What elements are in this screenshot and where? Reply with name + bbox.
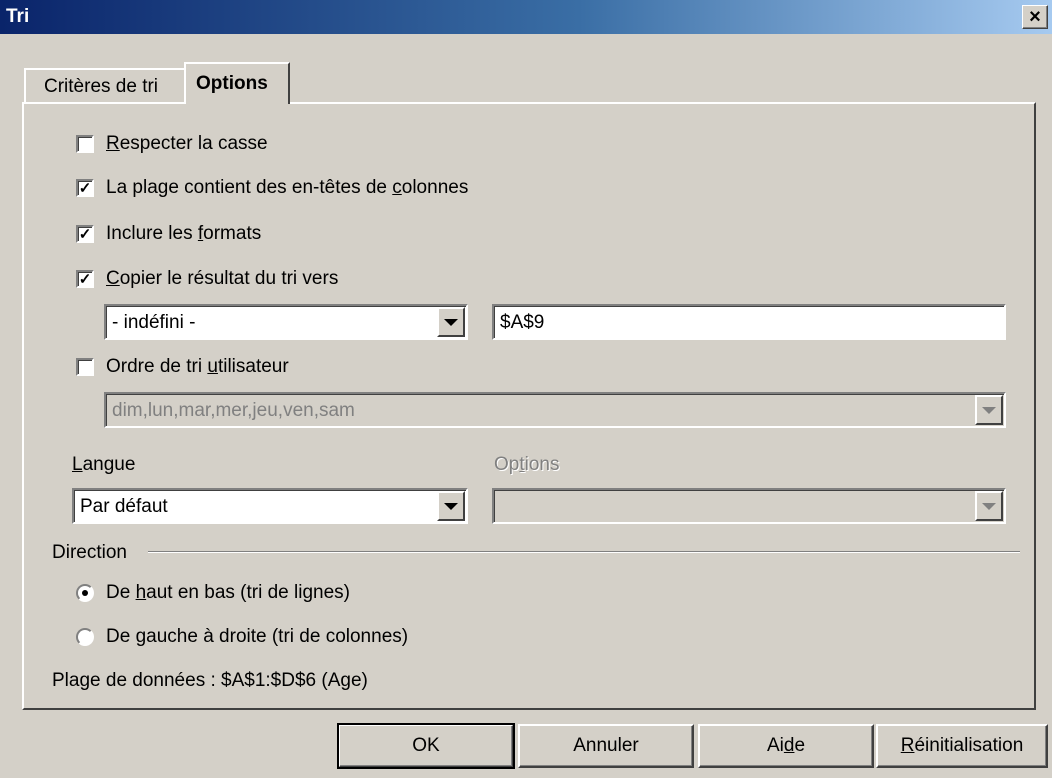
reset-button-label: Réinitialisation — [900, 735, 1024, 756]
left-to-right-label: De gauche à droite (tri de colonnes) — [106, 626, 409, 647]
tab-sort-criteria-label: Critères de tri — [44, 76, 159, 97]
include-formats-label: Inclure les formats — [106, 223, 262, 244]
close-icon: × — [1029, 6, 1041, 28]
case-sensitive-checkbox[interactable] — [76, 135, 94, 153]
tab-options[interactable]: Options — [184, 62, 290, 104]
copy-target-dropdown-value: - indéfini - — [112, 312, 196, 333]
algorithm-options-dropdown — [492, 488, 1006, 524]
check-mark-icon: ✓ — [78, 270, 92, 288]
language-label: Langue — [72, 454, 136, 475]
data-range-text: Plage de données : $A$1:$D$6 (Age) — [52, 670, 368, 691]
algorithm-options-label: Options — [494, 454, 560, 475]
check-mark-icon: ✓ — [78, 225, 92, 243]
copy-target-input-value: $A$9 — [500, 312, 545, 333]
copy-target-dropdown[interactable]: - indéfini - — [104, 304, 468, 340]
dropdown-button — [975, 395, 1003, 425]
left-to-right-radio[interactable] — [76, 628, 94, 646]
custom-order-option[interactable]: Ordre de tri utilisateur — [76, 356, 289, 378]
custom-order-checkbox[interactable] — [76, 358, 94, 376]
window-title: Tri — [6, 6, 30, 27]
title-bar: Tri × — [0, 0, 1052, 34]
copy-result-option[interactable]: ✓ Copier le résultat du tri vers — [76, 268, 338, 290]
custom-order-dropdown: dim,lun,mar,mer,jeu,ven,sam — [104, 392, 1006, 428]
check-mark-icon: ✓ — [78, 179, 92, 197]
dropdown-button[interactable] — [437, 491, 465, 521]
close-button[interactable]: × — [1022, 5, 1048, 29]
ok-button-label: OK — [412, 735, 440, 756]
chevron-down-icon — [982, 406, 996, 414]
cancel-button-label: Annuler — [573, 735, 639, 756]
tab-sort-criteria[interactable]: Critères de tri — [24, 68, 186, 102]
help-button[interactable]: Aide — [698, 724, 874, 768]
top-to-bottom-radio[interactable] — [76, 584, 94, 602]
help-button-label: Aide — [766, 735, 806, 756]
include-formats-checkbox[interactable]: ✓ — [76, 225, 94, 243]
copy-result-checkbox[interactable]: ✓ — [76, 270, 94, 288]
chevron-down-icon — [982, 502, 996, 510]
case-sensitive-option[interactable]: Respecter la casse — [76, 133, 268, 155]
headers-option[interactable]: ✓ La plage contient des en-têtes de colo… — [76, 177, 468, 199]
chevron-down-icon — [444, 318, 458, 326]
headers-checkbox[interactable]: ✓ — [76, 179, 94, 197]
language-dropdown[interactable]: Par défaut — [72, 488, 468, 524]
tab-options-label: Options — [196, 73, 268, 94]
headers-label: La plage contient des en-têtes de colonn… — [106, 177, 469, 198]
dropdown-button — [975, 491, 1003, 521]
copy-target-input[interactable]: $A$9 — [492, 304, 1006, 340]
include-formats-option[interactable]: ✓ Inclure les formats — [76, 223, 261, 245]
top-to-bottom-option[interactable]: De haut en bas (tri de lignes) — [76, 582, 350, 604]
chevron-down-icon — [444, 502, 458, 510]
copy-result-label: Copier le résultat du tri vers — [106, 268, 339, 289]
language-dropdown-value: Par défaut — [80, 496, 168, 517]
case-sensitive-label: Respecter la casse — [106, 133, 268, 154]
direction-separator — [148, 551, 1020, 553]
radio-dot-icon — [82, 590, 88, 596]
left-to-right-option[interactable]: De gauche à droite (tri de colonnes) — [76, 626, 408, 648]
custom-order-label: Ordre de tri utilisateur — [106, 356, 289, 377]
reset-button[interactable]: Réinitialisation — [876, 724, 1048, 768]
ok-button[interactable]: OK — [337, 723, 515, 769]
direction-group-label: Direction — [52, 542, 127, 563]
dropdown-button[interactable] — [437, 307, 465, 337]
cancel-button[interactable]: Annuler — [518, 724, 694, 768]
custom-order-dropdown-value: dim,lun,mar,mer,jeu,ven,sam — [112, 400, 355, 421]
top-to-bottom-label: De haut en bas (tri de lignes) — [106, 582, 350, 603]
